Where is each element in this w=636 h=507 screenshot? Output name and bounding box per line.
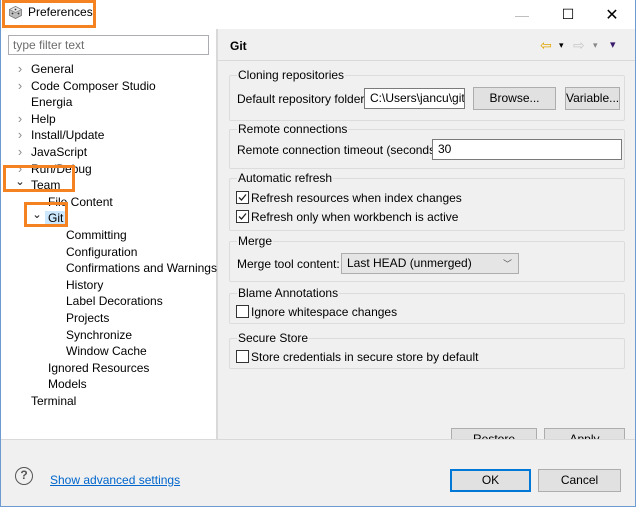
tree-item-label-decorations[interactable]: Label Decorations	[66, 293, 163, 309]
checkmark-icon	[238, 213, 247, 220]
back-arrow-icon[interactable]: ⇦	[540, 37, 552, 53]
checkmark-icon	[238, 194, 247, 201]
ok-button[interactable]: OK	[450, 469, 531, 492]
show-advanced-settings-link[interactable]: Show advanced settings	[50, 473, 180, 487]
close-icon: ✕	[605, 6, 619, 24]
chevron-right-icon[interactable]: ›	[15, 144, 25, 160]
tree-item-javascript[interactable]: JavaScript	[31, 144, 87, 160]
group-label: Automatic refresh	[237, 171, 334, 185]
merge-tool-value: Last HEAD (unmerged)	[347, 256, 472, 270]
tree-item-label: Models	[48, 377, 87, 392]
group-label: Blame Annotations	[237, 286, 340, 300]
variable-button[interactable]: Variable...	[565, 87, 620, 110]
minimize-icon: —	[515, 6, 529, 23]
cancel-button[interactable]: Cancel	[538, 469, 621, 492]
preferences-dialog: Preferences — ☐ ✕ type filter text › Gene…	[0, 0, 636, 507]
tree-item-synchronize[interactable]: Synchronize	[66, 327, 132, 343]
tree-item-install-update[interactable]: Install/Update	[31, 127, 104, 143]
tree-item-label: Energia	[31, 95, 73, 110]
view-menu-icon[interactable]: ▾	[610, 37, 616, 53]
chevron-right-icon[interactable]: ›	[15, 78, 25, 94]
remote-connections-group: Remote connections Remote connection tim…	[229, 122, 625, 169]
tree-item-label: Label Decorations	[66, 294, 163, 309]
automatic-refresh-group: Automatic refresh Refresh resources when…	[229, 171, 625, 231]
default-folder-input[interactable]: C:\Users\jancu\git	[364, 88, 465, 109]
tree-item-models[interactable]: Models	[48, 376, 87, 392]
app-icon	[9, 6, 22, 19]
page-nav-toolbar: ⇦ ▾ ⇨ ▾ ▾	[540, 37, 630, 53]
blame-annotations-group: Blame Annotations Ignore whitespace chan…	[229, 286, 625, 324]
title-bar: Preferences — ☐ ✕	[1, 0, 635, 29]
chevron-right-icon[interactable]: ›	[15, 61, 25, 77]
chevron-right-icon[interactable]: ›	[15, 111, 25, 127]
tree-item-committing[interactable]: Committing	[66, 227, 127, 243]
help-icon[interactable]: ?	[15, 467, 33, 485]
tree-item-general[interactable]: General	[31, 61, 74, 77]
window-title: Preferences	[28, 5, 93, 19]
tree-item-label: JavaScript	[31, 145, 88, 159]
tree-item-window-cache[interactable]: Window Cache	[66, 343, 147, 359]
tree-item-label: Confirmations and Warnings	[66, 261, 217, 276]
filter-input[interactable]: type filter text	[8, 35, 209, 55]
secure-store-group: Secure Store Store credentials in secure…	[229, 331, 625, 369]
page-title: Git	[230, 39, 247, 53]
tree-item-label: Window Cache	[66, 344, 147, 359]
tree-item-label: Projects	[66, 311, 110, 325]
merge-tool-select[interactable]: Last HEAD (unmerged) ﹀	[341, 253, 519, 274]
default-folder-label: Default repository folder:	[237, 92, 368, 106]
forward-history-dropdown-icon[interactable]: ▾	[593, 37, 598, 53]
tree-item-label: Committing	[66, 228, 127, 242]
tree-item-label: Help	[31, 111, 56, 126]
preferences-sidebar: type filter text › General › Code Composer …	[1, 29, 217, 439]
secure-store-label[interactable]: Store credentials in secure store by def…	[251, 350, 478, 364]
group-label: Merge	[237, 234, 274, 248]
tree-item-label: Code Composer Studio	[31, 78, 156, 93]
refresh-active-label[interactable]: Refresh only when workbench is active	[251, 210, 458, 224]
git-highlight-annotation	[24, 202, 68, 227]
group-label: Remote connections	[237, 122, 349, 136]
tree-item-label: Configuration	[66, 244, 138, 259]
title-separator	[218, 60, 635, 61]
tree-item-label: General	[31, 62, 74, 76]
tree-item-ignored-resources[interactable]: Ignored Resources	[48, 360, 149, 376]
preference-page: Git ⇦ ▾ ⇨ ▾ ▾ Cloning repositories Defau…	[218, 29, 635, 467]
tree-item-configuration[interactable]: Configuration	[66, 244, 137, 260]
refresh-active-checkbox[interactable]	[236, 210, 249, 223]
dialog-footer: ? Show advanced settings OK Cancel	[1, 440, 635, 506]
ignore-whitespace-checkbox[interactable]	[236, 305, 249, 318]
merge-tool-label: Merge tool content:	[237, 257, 340, 271]
team-highlight-annotation	[3, 165, 75, 192]
timeout-input[interactable]: 30	[432, 139, 622, 160]
forward-arrow-icon[interactable]: ⇨	[573, 37, 585, 53]
ignore-whitespace-label[interactable]: Ignore whitespace changes	[251, 305, 397, 319]
maximize-icon: ☐	[561, 6, 575, 22]
tree-item-projects[interactable]: Projects	[66, 310, 109, 326]
tree-item-label: History	[66, 277, 104, 292]
tree-item-confirmations-and-warnings[interactable]: Confirmations and Warnings	[66, 260, 217, 276]
browse-button[interactable]: Browse...	[473, 87, 556, 110]
minimize-button[interactable]: —	[499, 0, 545, 29]
chevron-down-icon: ﹀	[502, 259, 512, 269]
tree-item-terminal[interactable]: Terminal	[31, 393, 76, 409]
tree-item-label: Ignored Resources	[48, 360, 150, 375]
refresh-index-label[interactable]: Refresh resources when index changes	[251, 191, 462, 205]
tree-item-label: Terminal	[31, 394, 77, 408]
close-button[interactable]: ✕	[589, 0, 635, 29]
cloning-repositories-group: Cloning repositories Default repository …	[229, 68, 625, 121]
tree-item-code-composer-studio[interactable]: Code Composer Studio	[31, 78, 156, 94]
timeout-label: Remote connection timeout (seconds):	[237, 143, 443, 157]
tree-item-label: Synchronize	[66, 327, 133, 342]
chevron-right-icon[interactable]: ›	[15, 127, 25, 143]
secure-store-checkbox[interactable]	[236, 350, 249, 363]
refresh-index-checkbox[interactable]	[236, 191, 249, 204]
group-label: Secure Store	[237, 331, 310, 345]
maximize-button[interactable]: ☐	[545, 0, 591, 29]
back-history-dropdown-icon[interactable]: ▾	[559, 37, 564, 53]
tree-item-help[interactable]: Help	[31, 111, 56, 127]
group-label: Cloning repositories	[237, 68, 346, 82]
tree-item-energia[interactable]: Energia	[31, 94, 72, 110]
merge-group: Merge Merge tool content: Last HEAD (unm…	[229, 234, 625, 282]
tree-item-label: Install/Update	[31, 128, 105, 143]
tree-item-history[interactable]: History	[66, 277, 103, 293]
